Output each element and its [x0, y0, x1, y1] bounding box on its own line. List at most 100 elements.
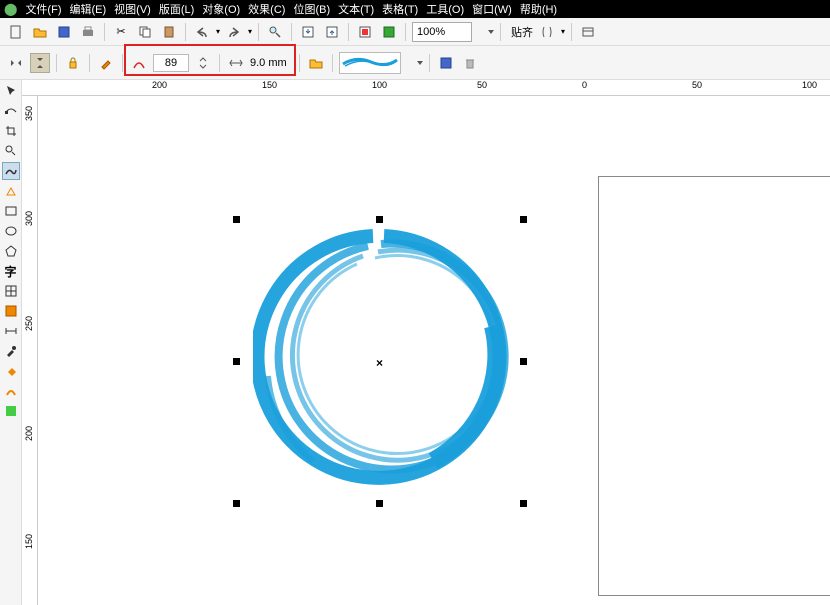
- dropdown-icon[interactable]: [488, 30, 494, 34]
- separator: [299, 54, 300, 72]
- zoom-value: 100%: [417, 26, 445, 38]
- selection-handle-sw[interactable]: [233, 500, 240, 507]
- menu-bitmap[interactable]: 位图(B): [293, 1, 330, 17]
- dropdown-icon[interactable]: [417, 61, 423, 65]
- separator: [185, 23, 186, 41]
- property-bar: 9.0 mm: [0, 46, 830, 80]
- export-button[interactable]: [322, 22, 342, 42]
- menu-bar: ⬤ 文件(F) 编辑(E) 视图(V) 版面(L) 对象(O) 效果(C) 位图…: [0, 0, 830, 18]
- width-icon: [226, 53, 246, 73]
- tool-eyedrop[interactable]: [2, 342, 20, 360]
- mirror-h-button[interactable]: [6, 53, 26, 73]
- canvas[interactable]: ×: [38, 96, 830, 605]
- separator: [122, 54, 123, 72]
- tool-table[interactable]: [2, 282, 20, 300]
- menu-layout[interactable]: 版面(L): [159, 1, 194, 17]
- zoom-combo[interactable]: 100%: [412, 22, 472, 42]
- smoothing-input[interactable]: [153, 54, 189, 72]
- menu-object[interactable]: 对象(O): [202, 1, 240, 17]
- selection-handle-w[interactable]: [233, 358, 240, 365]
- separator: [571, 23, 572, 41]
- print-button[interactable]: [78, 22, 98, 42]
- snap-label: 贴齐: [511, 24, 533, 40]
- delete-brush-button[interactable]: [460, 53, 480, 73]
- selection-handle-e[interactable]: [520, 358, 527, 365]
- tool-text[interactable]: 字: [2, 262, 20, 280]
- curve-button[interactable]: [129, 53, 149, 73]
- menu-file[interactable]: 文件(F): [25, 1, 61, 17]
- separator: [104, 23, 105, 41]
- redo-button[interactable]: [224, 22, 244, 42]
- save-button[interactable]: [54, 22, 74, 42]
- tool-polygon[interactable]: [2, 242, 20, 260]
- ruler-vertical: 350 300 250 200 150: [22, 96, 38, 605]
- toolbox: 字: [0, 80, 22, 605]
- selection-handle-s[interactable]: [376, 500, 383, 507]
- separator: [291, 23, 292, 41]
- import-button[interactable]: [298, 22, 318, 42]
- selection-center: ×: [376, 356, 383, 370]
- separator: [500, 23, 501, 41]
- menu-edit[interactable]: 编辑(E): [69, 1, 106, 17]
- app-icon: ⬤: [4, 2, 17, 16]
- cut-button[interactable]: ✂: [111, 22, 131, 42]
- folder-button[interactable]: [306, 53, 326, 73]
- selection-handle-se[interactable]: [520, 500, 527, 507]
- selection-handle-nw[interactable]: [233, 216, 240, 223]
- standard-toolbar: ✂ ▾ ▾ 100% 贴齐 ▾: [0, 18, 830, 46]
- separator: [258, 23, 259, 41]
- separator: [219, 54, 220, 72]
- dropdown-icon[interactable]: ▾: [561, 27, 565, 36]
- separator: [405, 23, 406, 41]
- save-brush-button[interactable]: [436, 53, 456, 73]
- page-boundary: [598, 176, 830, 596]
- ruler-horizontal: 200 150 100 50 0 50 100: [22, 80, 830, 96]
- menu-tools[interactable]: 工具(O): [426, 1, 464, 17]
- snap-button[interactable]: [537, 22, 557, 42]
- tool-crop[interactable]: [2, 122, 20, 140]
- tool-shape[interactable]: [2, 102, 20, 120]
- tool-pick[interactable]: [2, 82, 20, 100]
- tool-rect[interactable]: [2, 202, 20, 220]
- tool-fill[interactable]: [2, 362, 20, 380]
- dropdown-icon[interactable]: ▾: [248, 27, 252, 36]
- search-button[interactable]: [265, 22, 285, 42]
- new-button[interactable]: [6, 22, 26, 42]
- menu-view[interactable]: 视图(V): [114, 1, 151, 17]
- pen-button[interactable]: [96, 53, 116, 73]
- selection-handle-ne[interactable]: [520, 216, 527, 223]
- tool-outline[interactable]: [2, 382, 20, 400]
- undo-button[interactable]: [192, 22, 212, 42]
- mirror-v-button[interactable]: [30, 53, 50, 73]
- tool-mesh[interactable]: [2, 402, 20, 420]
- open-button[interactable]: [30, 22, 50, 42]
- paste-button[interactable]: [159, 22, 179, 42]
- tool-smart[interactable]: [2, 182, 20, 200]
- selection-handle-n[interactable]: [376, 216, 383, 223]
- tool-ellipse[interactable]: [2, 222, 20, 240]
- copy-button[interactable]: [135, 22, 155, 42]
- separator: [332, 54, 333, 72]
- brush-circle-artwork[interactable]: [253, 226, 515, 488]
- menu-table[interactable]: 表格(T): [382, 1, 418, 17]
- tool-dimension[interactable]: [2, 322, 20, 340]
- separator: [429, 54, 430, 72]
- options-button[interactable]: [578, 22, 598, 42]
- menu-text[interactable]: 文本(T): [338, 1, 374, 17]
- lock-button[interactable]: [63, 53, 83, 73]
- separator: [89, 54, 90, 72]
- tool-zoom[interactable]: [2, 142, 20, 160]
- separator: [56, 54, 57, 72]
- menu-effects[interactable]: 效果(C): [248, 1, 285, 17]
- menu-window[interactable]: 窗口(W): [472, 1, 512, 17]
- brush-preview[interactable]: [339, 52, 401, 74]
- menu-help[interactable]: 帮助(H): [520, 1, 557, 17]
- welcome-button[interactable]: [379, 22, 399, 42]
- dropdown-icon[interactable]: ▾: [216, 27, 220, 36]
- stepper-button[interactable]: [193, 53, 213, 73]
- tool-freehand[interactable]: [2, 162, 20, 180]
- separator: [348, 23, 349, 41]
- width-value: 9.0 mm: [250, 57, 287, 69]
- tool-grid[interactable]: [2, 302, 20, 320]
- app-launcher-button[interactable]: [355, 22, 375, 42]
